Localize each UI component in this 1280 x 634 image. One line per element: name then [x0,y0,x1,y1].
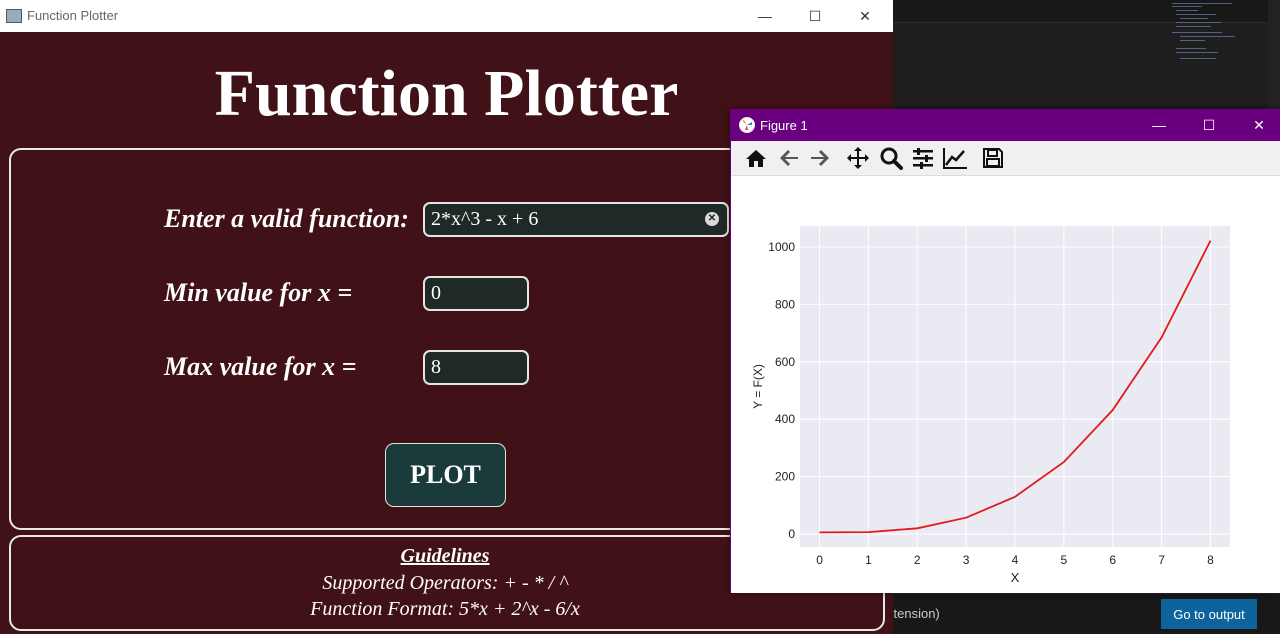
ide-minimap[interactable] [1168,0,1243,70]
min-x-input[interactable]: 0 [423,276,529,311]
save-icon[interactable] [980,146,1006,170]
go-to-output-button[interactable]: Go to output [1161,599,1257,629]
edit-axis-icon[interactable] [942,146,968,170]
x-tick-label: 3 [963,553,970,567]
min-x-label: Min value for x = [164,278,353,307]
ide-status-text: xtension) [887,606,940,621]
matplotlib-icon [739,117,755,133]
y-tick-label: 1000 [768,240,795,254]
y-tick-label: 600 [775,355,795,369]
y-tick-label: 400 [775,412,795,426]
forward-icon[interactable] [807,146,833,170]
y-tick-label: 0 [788,527,795,541]
figure-title-bar: Figure 1 — ☐ ✕ [731,109,1280,141]
x-axis-label: X [1011,570,1020,585]
plotter-title-bar: Function Plotter — ☐ ✕ [0,0,893,32]
configure-subplots-icon[interactable] [910,146,936,170]
home-icon[interactable] [743,146,769,170]
figure-minimize-button[interactable]: — [1136,109,1182,141]
clear-input-icon[interactable]: ✕ [705,212,719,226]
x-tick-label: 5 [1061,553,1068,567]
pan-icon[interactable] [845,146,871,170]
x-tick-label: 4 [1012,553,1019,567]
zoom-icon[interactable] [878,146,904,170]
y-tick-label: 800 [775,297,795,311]
figure-window: Figure 1 — ☐ ✕ 0 1 2 3 4 5 6 7 8 0 200 400 600 80… [730,109,1280,593]
back-icon[interactable] [776,146,802,170]
plotter-window-title: Function Plotter [27,8,119,23]
figure-toolbar [731,141,1280,176]
y-tick-label: 200 [775,470,795,484]
figure-maximize-button[interactable]: ☐ [1186,109,1232,141]
max-x-input[interactable]: 8 [423,350,529,385]
x-tick-label: 1 [865,553,872,567]
x-tick-label: 0 [816,553,823,567]
x-tick-label: 6 [1109,553,1116,567]
y-axis-label: Y = F(X) [751,364,765,409]
x-tick-label: 2 [914,553,921,567]
max-x-label: Max value for x = [164,352,357,381]
app-window-icon [6,9,22,23]
close-button[interactable]: ✕ [842,0,888,32]
function-label: Enter a valid function: [164,204,409,233]
figure-close-button[interactable]: ✕ [1236,109,1280,141]
x-tick-label: 8 [1207,553,1214,567]
plot-button[interactable]: PLOT [385,443,506,507]
function-input[interactable]: 2*x^3 - x + 6 [423,202,729,237]
maximize-button[interactable]: ☐ [792,0,838,32]
minimize-button[interactable]: — [742,0,788,32]
function-format-text: Function Format: 5*x + 2^x - 6/x [310,598,580,620]
plot-chart[interactable]: 0 1 2 3 4 5 6 7 8 0 200 400 600 800 1000 X Y = F(X) [731,177,1280,591]
x-tick-label: 7 [1158,553,1165,567]
figure-window-title: Figure 1 [760,118,808,133]
